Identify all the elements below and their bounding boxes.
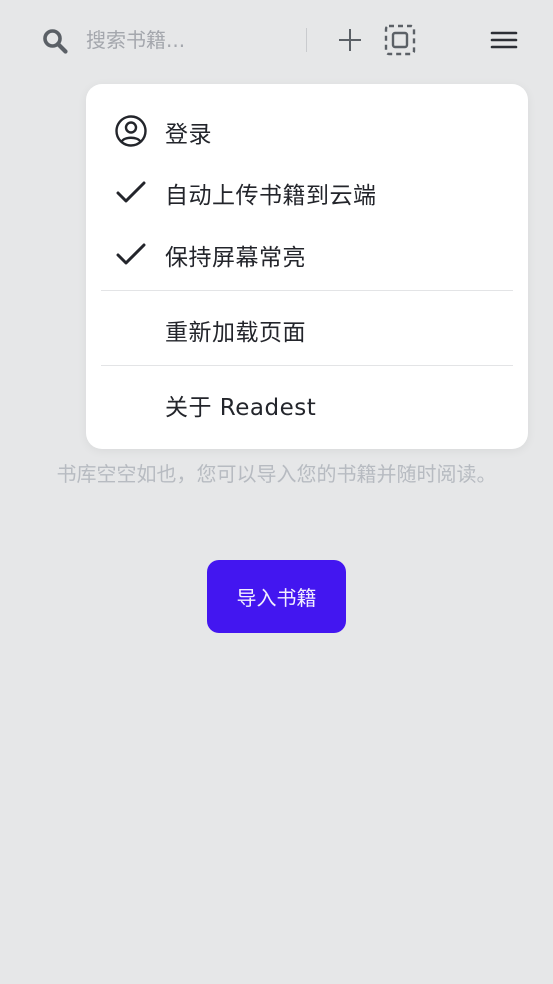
check-icon	[114, 175, 148, 209]
menu-item-about[interactable]: 关于 Readest	[86, 374, 528, 430]
menu-divider	[101, 290, 513, 291]
menu-item-label: 重新加载页面	[165, 320, 306, 346]
user-circle-icon	[114, 114, 148, 148]
menu-item-auto-upload[interactable]: 自动上传书籍到云端	[86, 162, 528, 218]
search-input[interactable]	[86, 24, 296, 56]
menu-divider	[101, 365, 513, 366]
plus-icon[interactable]	[334, 24, 366, 56]
empty-library-message: 书库空空如也，您可以导入您的书籍并随时阅读。	[56, 462, 497, 486]
hamburger-icon[interactable]	[488, 24, 520, 56]
toolbar-divider	[306, 28, 307, 52]
menu-item-label: 自动上传书籍到云端	[165, 183, 377, 209]
select-dashed-icon[interactable]	[383, 23, 417, 57]
search-icon[interactable]	[41, 27, 69, 55]
check-icon	[114, 237, 148, 271]
menu-item-label: 关于 Readest	[165, 395, 317, 421]
menu-item-label: 登录	[165, 122, 212, 148]
import-books-button[interactable]: 导入书籍	[207, 560, 346, 633]
top-bar	[0, 0, 553, 82]
menu-item-keep-screen-on[interactable]: 保持屏幕常亮	[86, 224, 528, 280]
menu-item-reload-page[interactable]: 重新加载页面	[86, 299, 528, 355]
dropdown-menu: 登录 自动上传书籍到云端 保持屏幕常亮 重新加载页面 关于 Readest	[86, 84, 528, 449]
menu-item-login[interactable]: 登录	[86, 101, 528, 157]
menu-item-label: 保持屏幕常亮	[165, 245, 306, 271]
